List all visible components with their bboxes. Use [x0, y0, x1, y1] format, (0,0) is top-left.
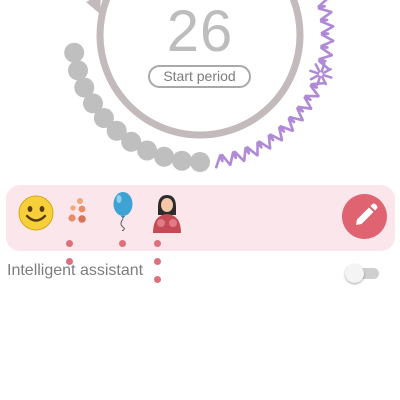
symptoms-dots — [66, 234, 78, 265]
dot — [119, 240, 126, 247]
past-day-dot — [68, 60, 88, 81]
fertile-day-mark — [317, 0, 333, 14]
pencil-icon — [356, 203, 378, 225]
sex-dots — [119, 234, 131, 247]
mood-smiley-icon — [18, 195, 54, 231]
body-dots — [154, 234, 166, 283]
toggle-knob — [345, 264, 364, 283]
dot — [154, 258, 161, 265]
fertile-day-mark — [229, 150, 246, 167]
symptoms-icon — [68, 198, 86, 223]
edit-log-button[interactable] — [342, 194, 387, 239]
past-day-dot — [190, 152, 210, 172]
current-day-marker — [86, 0, 101, 14]
start-period-button[interactable]: Start period — [148, 65, 251, 88]
past-day-dot — [64, 42, 85, 63]
fertile-day-mark — [317, 54, 333, 71]
intelligent-assistant-label: Intelligent assistant — [7, 262, 144, 279]
sex-balloon-icon — [113, 192, 133, 231]
fertile-day-mark — [214, 153, 232, 169]
past-day-dot — [171, 150, 192, 171]
fertile-day-mark — [309, 81, 326, 98]
cycle-day-number: 26 — [166, 0, 234, 64]
intelligent-assistant-toggle[interactable] — [345, 264, 381, 283]
dot — [66, 240, 73, 247]
daily-log-panel[interactable] — [6, 185, 395, 283]
fertile-day-mark — [320, 39, 335, 57]
fertile-day-mark — [320, 25, 335, 42]
fertile-day-mark — [319, 11, 335, 28]
dot — [154, 276, 161, 283]
body-woman-icon — [153, 195, 181, 233]
dot — [154, 240, 161, 247]
past-day-dot — [154, 146, 175, 167]
past-day-dot — [137, 140, 158, 161]
